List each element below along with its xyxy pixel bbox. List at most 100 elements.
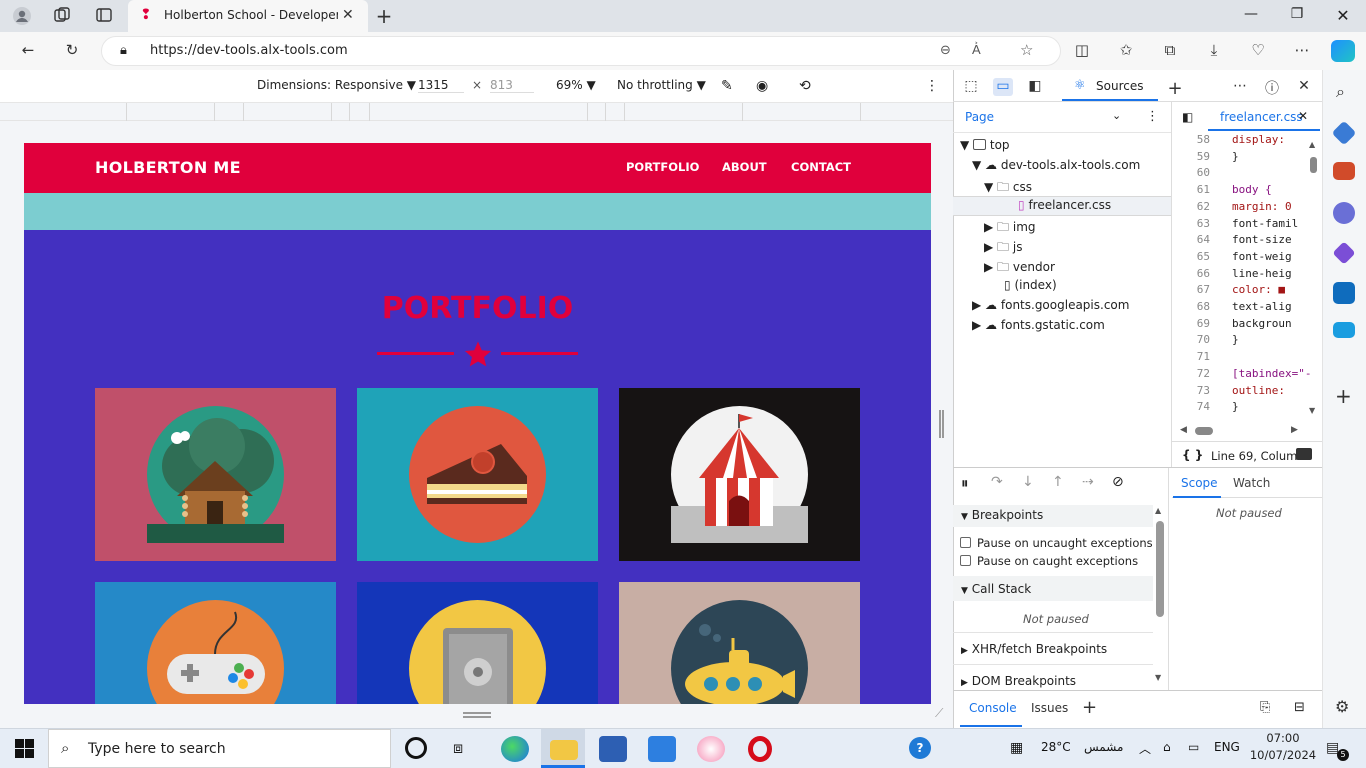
editor-vscroll-thumb[interactable] xyxy=(1310,157,1317,173)
devtools-more-icon[interactable]: ⋯ xyxy=(1230,78,1250,96)
scroll-up-icon[interactable]: ▲ xyxy=(1309,140,1315,149)
scroll-left-icon[interactable]: ◀ xyxy=(1180,425,1187,435)
dock-icon[interactable]: ◧ xyxy=(1025,78,1045,96)
step-out-icon[interactable]: ↑ xyxy=(1052,474,1064,490)
portfolio-card[interactable] xyxy=(95,388,336,561)
app-3-icon[interactable] xyxy=(648,736,676,762)
resize-handle-right[interactable] xyxy=(939,410,944,438)
pause-uncaught-checkbox[interactable] xyxy=(960,537,971,548)
code-line[interactable]: 65 font-weig xyxy=(1172,250,1322,266)
tree-gstatic[interactable]: ▶ ☁ fonts.gstatic.com xyxy=(972,318,1105,332)
code-line[interactable]: 74} xyxy=(1172,400,1322,416)
help-taskbar-icon[interactable]: ? xyxy=(909,737,931,759)
tab-console[interactable]: Console xyxy=(960,691,1022,727)
tree-img-folder[interactable]: ▶ 🗀 img xyxy=(984,218,1036,239)
zoom-out-icon[interactable]: ⊖ xyxy=(940,43,951,58)
tab-actions-icon[interactable] xyxy=(94,6,114,26)
tree-freelancer-css[interactable]: ▯ freelancer.css xyxy=(1018,198,1111,212)
media-query-ruler[interactable] xyxy=(0,103,953,121)
code-line[interactable]: 60 xyxy=(1172,166,1322,182)
back-icon[interactable]: ← xyxy=(17,41,39,61)
itunes-icon[interactable] xyxy=(697,736,725,762)
sidebar-tools-icon[interactable] xyxy=(1333,162,1355,180)
scroll-up-icon[interactable]: ▲ xyxy=(1155,506,1161,515)
chevron-down-icon[interactable]: ⌄ xyxy=(1112,109,1121,122)
eyedropper-icon[interactable]: ✎ xyxy=(721,78,733,94)
line-number[interactable]: 70 xyxy=(1172,333,1210,346)
split-screen-icon[interactable]: ◫ xyxy=(1071,41,1093,61)
workspaces-icon[interactable] xyxy=(52,6,72,26)
sidebar-search-icon[interactable]: ⌕ xyxy=(1336,82,1345,102)
code-line[interactable]: 58 display: xyxy=(1172,133,1322,149)
battery-icon[interactable]: ▭ xyxy=(1188,740,1199,754)
address-bar[interactable]: 🔒︎ https://dev-tools.alx-tools.com ⊖ A͐ … xyxy=(101,36,1061,66)
scroll-down-icon[interactable]: ▼ xyxy=(1155,673,1161,682)
network-icon[interactable]: ⌂ xyxy=(1163,740,1171,754)
file-tab[interactable]: freelancer.css ✕ xyxy=(1208,101,1320,131)
tree-js-folder[interactable]: ▶ 🗀 js xyxy=(984,238,1022,259)
tree-vendor-folder[interactable]: ▶ 🗀 vendor xyxy=(984,258,1055,279)
code-line[interactable]: 67 color: ■ xyxy=(1172,283,1322,299)
clock-time[interactable]: 07:00 xyxy=(1248,731,1318,745)
close-file-icon[interactable]: ✕ xyxy=(1298,109,1308,123)
code-line[interactable]: 73 outline: xyxy=(1172,384,1322,400)
line-number[interactable]: 60 xyxy=(1172,166,1210,179)
temperature[interactable]: 28°C xyxy=(1041,740,1071,754)
tab-issues[interactable]: Issues xyxy=(1031,701,1068,715)
dimensions-select[interactable]: Dimensions: Responsive ▼ xyxy=(257,78,416,92)
more-tabs-add-icon[interactable]: + xyxy=(1165,78,1185,99)
minimize-icon[interactable]: — xyxy=(1236,6,1266,26)
code-line[interactable]: 71 xyxy=(1172,350,1322,366)
sidebar-outlook-icon[interactable] xyxy=(1333,282,1355,304)
toggle-navigator-icon[interactable]: ◧ xyxy=(1182,110,1193,124)
rotate-icon[interactable]: ⟲ xyxy=(799,78,811,94)
close-window-icon[interactable]: ✕ xyxy=(1328,6,1358,26)
portfolio-card[interactable] xyxy=(357,582,598,704)
drawer-add-icon[interactable]: + xyxy=(1082,697,1097,718)
width-input[interactable]: 1315 xyxy=(418,78,464,93)
tray-expand-icon[interactable]: ︿ xyxy=(1139,740,1151,757)
copilot-icon[interactable] xyxy=(1331,40,1355,62)
opera-icon[interactable] xyxy=(748,736,772,762)
windows-start-icon[interactable] xyxy=(15,739,34,758)
tab-watch[interactable]: Watch xyxy=(1233,476,1270,490)
weather-icon[interactable]: ▦ xyxy=(1010,740,1023,756)
line-number[interactable]: 73 xyxy=(1172,384,1210,397)
settings-more-icon[interactable]: ⋯ xyxy=(1291,41,1313,61)
sidebar-settings-icon[interactable]: ⚙ xyxy=(1335,697,1349,716)
line-number[interactable]: 63 xyxy=(1172,217,1210,230)
coverage-icon[interactable] xyxy=(1296,448,1312,460)
portfolio-card[interactable] xyxy=(619,388,860,561)
line-number[interactable]: 65 xyxy=(1172,250,1210,263)
line-number[interactable]: 74 xyxy=(1172,400,1210,413)
tree-domain[interactable]: ▼ ☁ dev-tools.alx-tools.com xyxy=(972,158,1140,172)
dom-breakpoints-section[interactable]: ▶ DOM Breakpoints xyxy=(961,674,1076,688)
resize-corner-icon[interactable]: ⟋ xyxy=(935,706,943,721)
step-icon[interactable]: ⇢ xyxy=(1082,474,1094,490)
device-toggle-icon[interactable]: ▭ xyxy=(993,78,1013,96)
line-number[interactable]: 62 xyxy=(1172,200,1210,213)
language-indicator[interactable]: ENG xyxy=(1214,740,1240,754)
device-more-icon[interactable]: ⋮ xyxy=(925,78,939,94)
edge-taskbar-icon[interactable] xyxy=(501,736,529,762)
scroll-right-icon[interactable]: ▶ xyxy=(1291,425,1298,435)
powershell-icon[interactable] xyxy=(599,736,627,762)
portfolio-card[interactable] xyxy=(357,388,598,561)
step-into-icon[interactable]: ↓ xyxy=(1022,474,1034,490)
sidebar-games-icon[interactable] xyxy=(1333,202,1355,224)
sidebar-add-icon[interactable]: + xyxy=(1335,384,1352,408)
code-line[interactable]: 66 line-heig xyxy=(1172,267,1322,283)
pause-icon[interactable]: ⏸ xyxy=(961,474,969,492)
line-number[interactable]: 58 xyxy=(1172,133,1210,146)
browser-tab[interactable]: ❢ Holberton School - Developer to ✕ xyxy=(128,0,368,32)
resize-handle-bottom[interactable] xyxy=(463,712,491,718)
portfolio-card[interactable] xyxy=(95,582,336,704)
undock-drawer-icon[interactable]: ⎘ xyxy=(1260,700,1270,715)
task-view-icon[interactable]: ⧈ xyxy=(453,738,463,758)
deactivate-breakpoints-icon[interactable]: ⊘ xyxy=(1112,474,1124,490)
taskbar-search[interactable]: ⌕ Type here to search xyxy=(48,729,391,768)
code-line[interactable]: 59} xyxy=(1172,150,1322,166)
page-more-icon[interactable]: ⋮ xyxy=(1146,109,1159,124)
zoom-select[interactable]: 69% ▼ xyxy=(556,78,596,92)
step-over-icon[interactable]: ↷ xyxy=(991,474,1003,490)
